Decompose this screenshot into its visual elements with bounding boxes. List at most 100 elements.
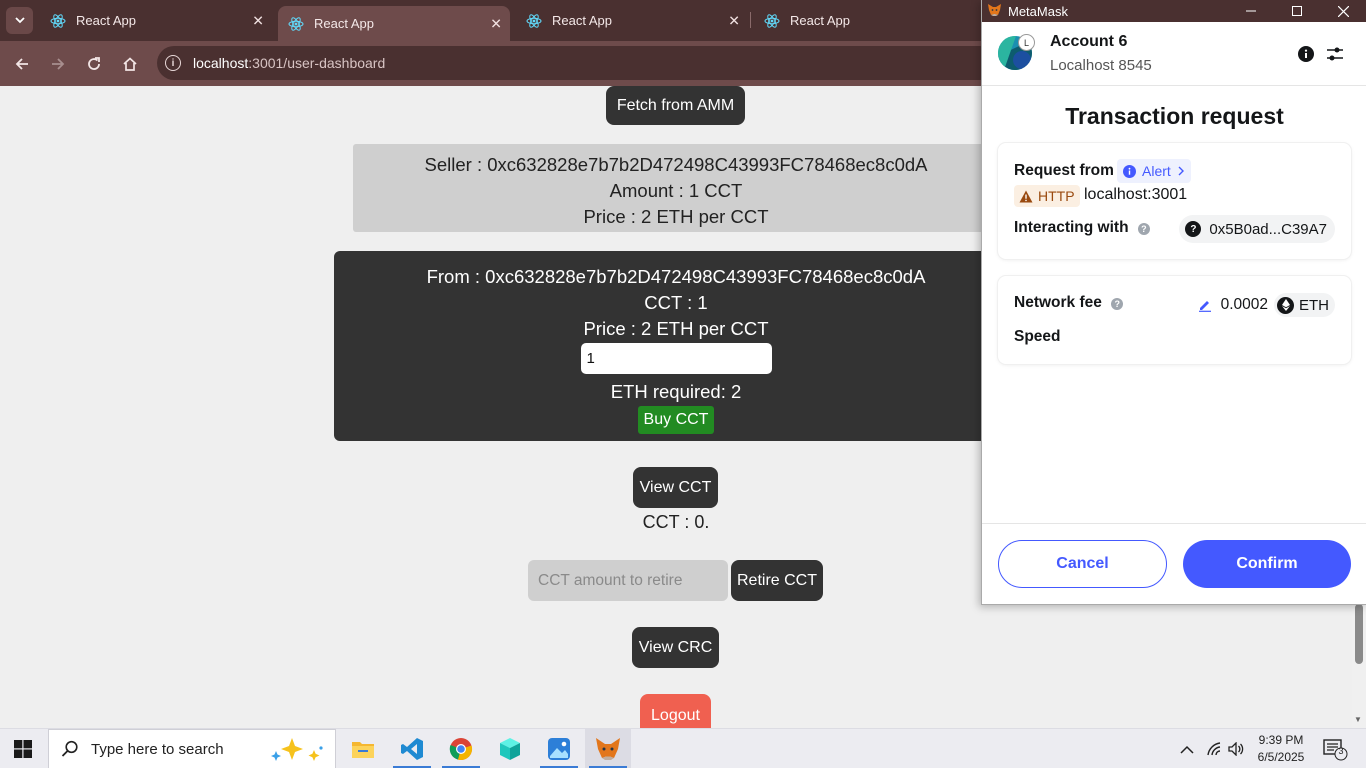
settings-sliders-icon[interactable] <box>1326 45 1344 68</box>
account-name[interactable]: Account 6 <box>1050 33 1127 51</box>
metamask-titlebar: MetaMask <box>982 0 1366 22</box>
request-details-panel: Request from Alert HTTP localhost:3001 I… <box>998 143 1351 259</box>
react-icon <box>288 16 304 32</box>
home-button[interactable] <box>116 50 144 78</box>
logout-button[interactable]: Logout <box>640 694 711 728</box>
back-button[interactable] <box>8 50 36 78</box>
maximize-icon <box>1292 6 1302 16</box>
search-icon <box>61 740 78 757</box>
tab-search-button[interactable] <box>6 7 33 34</box>
tab-separator <box>750 12 751 28</box>
show-hidden-icons-button[interactable] <box>1180 729 1194 768</box>
tab-react-app-3[interactable]: React App ✕ <box>516 6 748 35</box>
request-from-label: Request from <box>1014 162 1114 179</box>
chevron-right-icon <box>1178 166 1184 176</box>
arrow-right-icon <box>52 58 65 70</box>
scroll-down-arrow-icon[interactable]: ▼ <box>1354 715 1362 724</box>
buy-panel: From : 0xc632828e7b7b2D472498C43993FC784… <box>334 251 1018 441</box>
notification-center-button[interactable]: 3 <box>1323 739 1349 766</box>
windows-taskbar: Type here to search 9:39 PM 6/5/2025 3 <box>0 728 1366 768</box>
cancel-button[interactable]: Cancel <box>998 540 1167 588</box>
site-info-icon[interactable]: i <box>165 55 181 71</box>
contract-address: 0x5B0ad...C39A7 <box>1209 220 1327 238</box>
arrow-left-icon <box>15 58 28 70</box>
tab-react-app-1[interactable]: React App ✕ <box>40 6 272 35</box>
notification-icon <box>1323 739 1348 761</box>
file-explorer-button[interactable] <box>340 729 386 768</box>
http-label: HTTP <box>1038 188 1075 204</box>
fee-currency: ETH <box>1299 296 1329 314</box>
info-icon[interactable] <box>1298 46 1314 67</box>
notification-count: 3 <box>1338 746 1344 756</box>
request-origin: localhost:3001 <box>1084 186 1188 203</box>
reload-icon <box>88 57 100 70</box>
tab-title: React App <box>552 13 612 28</box>
metamask-account-header: L Account 6 Localhost 8545 <box>982 22 1366 86</box>
react-icon <box>764 13 780 29</box>
retire-amount-input[interactable]: CCT amount to retire <box>528 560 728 601</box>
vscode-button[interactable] <box>389 729 435 768</box>
scrollbar-thumb[interactable] <box>1355 604 1363 664</box>
speed-label: Speed <box>1014 328 1061 345</box>
copilot-sparkle-icon <box>270 738 323 761</box>
close-icon[interactable]: ✕ <box>252 12 264 29</box>
cube-app-button[interactable] <box>487 729 533 768</box>
folder-icon <box>352 742 374 758</box>
view-cct-button[interactable]: View CCT <box>633 467 718 508</box>
retire-cct-button[interactable]: Retire CCT <box>731 560 823 601</box>
fetch-from-amm-button[interactable]: Fetch from AMM <box>606 86 745 125</box>
home-icon <box>123 57 137 71</box>
contract-address-chip[interactable]: ? 0x5B0ad...C39A7 <box>1179 215 1335 243</box>
interacting-with-text: Interacting with <box>1014 219 1129 236</box>
eth-required: ETH required: 2 <box>610 381 742 402</box>
fee-amount: 0.0002 <box>1220 296 1268 313</box>
close-icon[interactable]: ✕ <box>728 12 740 29</box>
chevron-down-icon <box>14 17 25 24</box>
tab-react-app-4[interactable]: React App <box>754 6 980 35</box>
close-window-button[interactable] <box>1320 0 1366 22</box>
clock-time: 9:39 PM <box>1258 733 1304 747</box>
warning-icon <box>1019 190 1033 202</box>
taskbar-search-box[interactable]: Type here to search <box>48 729 336 768</box>
windows-start-icon[interactable] <box>14 740 32 763</box>
buy-cct-button[interactable]: Buy CCT <box>637 406 715 434</box>
edit-pencil-icon[interactable] <box>1198 298 1212 312</box>
taskbar-clock[interactable]: 9:39 PM 6/5/2025 <box>1248 732 1314 766</box>
network-badge: L <box>1018 34 1035 51</box>
network-status-icon[interactable] <box>1206 729 1222 768</box>
fee-details-panel: Network fee ? 0.0002 ETH Speed <box>998 276 1351 364</box>
vscode-icon <box>401 738 423 760</box>
forward-button[interactable] <box>44 50 72 78</box>
seller-listing-card: Seller : 0xc632828e7b7b2D472498C43993FC7… <box>353 144 999 232</box>
close-icon[interactable]: ✕ <box>490 15 502 32</box>
photos-button[interactable] <box>536 729 582 768</box>
chevron-up-icon <box>1180 745 1194 754</box>
minimize-icon <box>1246 10 1256 12</box>
speaker-icon <box>1228 742 1244 756</box>
photos-icon <box>548 738 570 760</box>
quantity-input[interactable] <box>580 343 772 374</box>
close-icon <box>1337 5 1349 17</box>
address-bar[interactable]: i localhost:3001/user-dashboard <box>157 46 997 80</box>
metamask-taskbar-button[interactable] <box>585 729 631 768</box>
transaction-request-title: Transaction request <box>1065 103 1284 129</box>
tab-react-app-2[interactable]: React App ✕ <box>278 6 510 41</box>
metamask-fox-icon <box>596 738 620 760</box>
chrome-button[interactable] <box>438 729 484 768</box>
http-warning-chip: HTTP <box>1014 185 1080 207</box>
reload-button[interactable] <box>80 50 108 78</box>
react-icon <box>526 13 542 29</box>
minimize-button[interactable] <box>1228 0 1274 22</box>
volume-button[interactable] <box>1228 729 1244 768</box>
help-icon[interactable]: ? <box>1137 223 1150 235</box>
maximize-button[interactable] <box>1274 0 1320 22</box>
cube-icon <box>500 738 520 760</box>
view-crc-button[interactable]: View CRC <box>632 627 719 668</box>
metamask-window: MetaMask L Account 6 Localhost 8545 Tran… <box>981 0 1366 605</box>
help-icon[interactable]: ? <box>1111 298 1124 310</box>
alert-chip[interactable]: Alert <box>1117 159 1191 183</box>
react-icon <box>50 13 66 29</box>
chrome-icon <box>449 738 473 761</box>
tab-title: React App <box>76 13 136 28</box>
confirm-button[interactable]: Confirm <box>1183 540 1351 588</box>
